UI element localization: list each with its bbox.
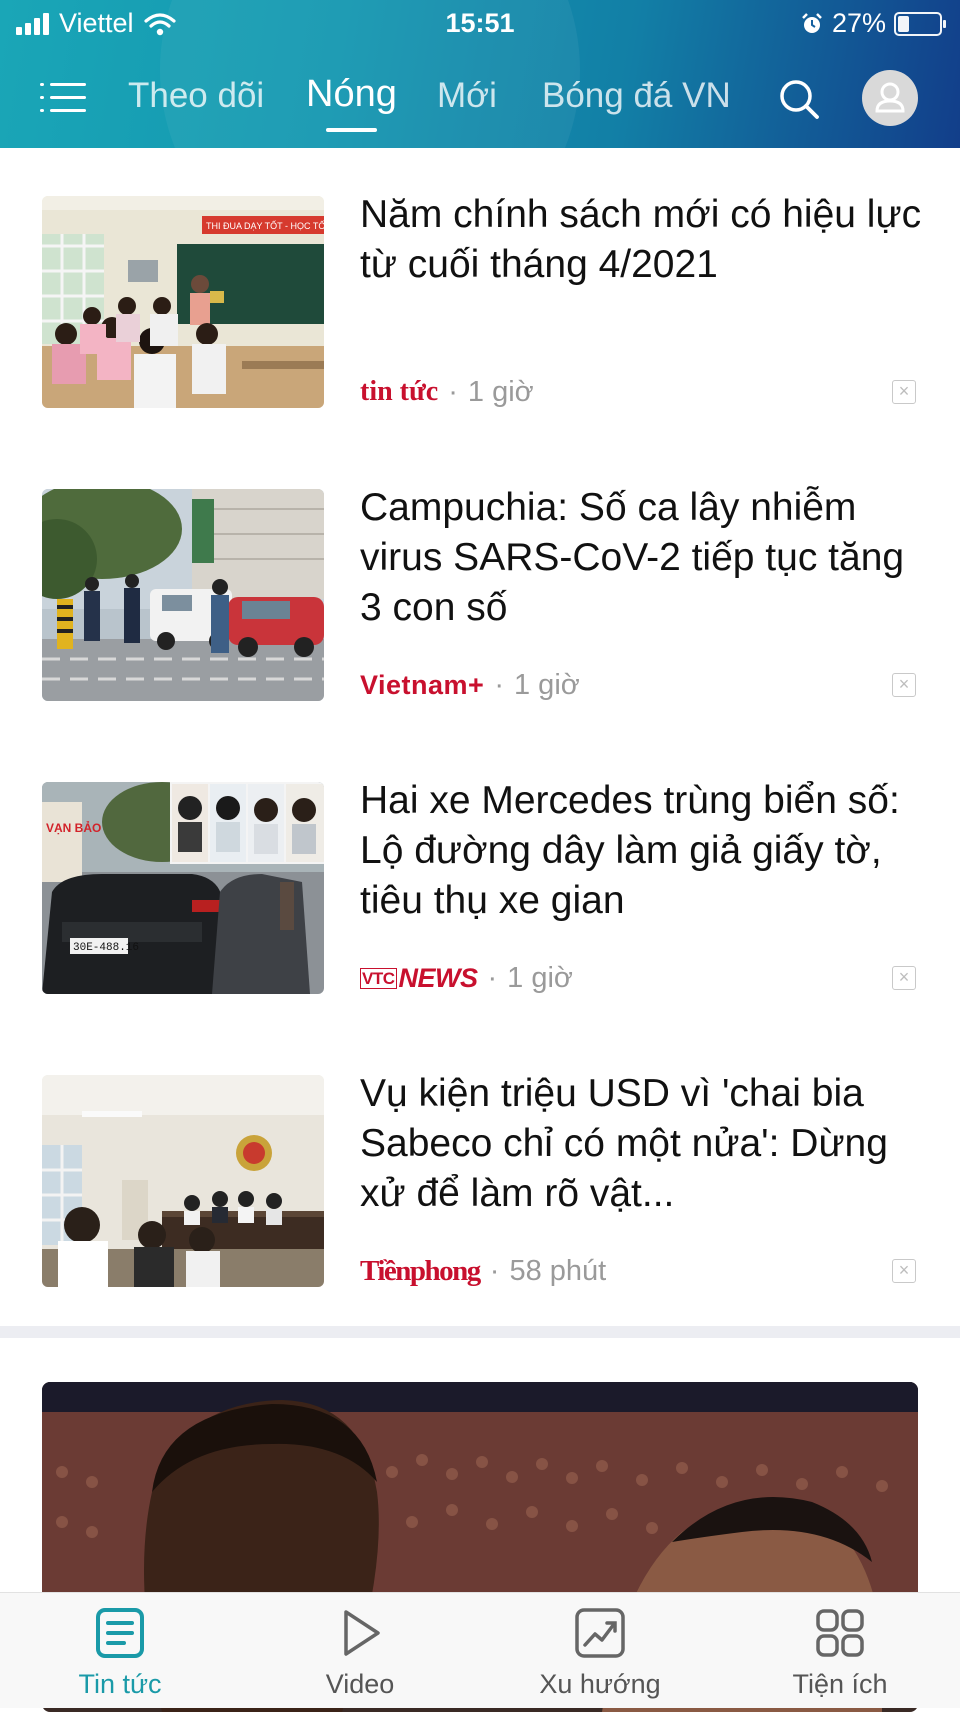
tab-label: Tiện ích: [792, 1669, 888, 1699]
meta-separator: ·: [489, 1254, 500, 1287]
article-thumbnail[interactable]: VẠN BẢO 30E-488.16: [42, 782, 324, 994]
article-thumbnail[interactable]: [42, 1075, 324, 1287]
article-thumbnail[interactable]: THI ĐUA DẠY TỐT - HỌC TỐT: [42, 196, 324, 408]
tab-moi[interactable]: Mới: [437, 76, 497, 116]
news-icon: [96, 1608, 144, 1658]
tab-label: Xu hướng: [539, 1669, 661, 1699]
section-divider: [0, 1326, 960, 1338]
source-logo[interactable]: Vietnam+: [360, 670, 484, 701]
tab-tien-ich[interactable]: Tiện ích: [720, 1593, 960, 1708]
tab-video[interactable]: Video: [240, 1593, 480, 1708]
app-header: Viettel 15:51 27% Theo dõi Nóng Mới Bóng…: [0, 0, 960, 148]
article-time: 1 giờ: [514, 668, 580, 701]
article-meta: VTC NEWS · 1 giờ: [360, 960, 573, 996]
bottom-tab-bar: Tin tức Video Xu hướng Tiện ích: [0, 1592, 960, 1708]
article-thumbnail[interactable]: [42, 489, 324, 701]
alarm-icon: [802, 12, 822, 33]
search-icon[interactable]: [778, 78, 820, 120]
tab-label: Video: [325, 1669, 395, 1699]
article-title[interactable]: Năm chính sách mới có hiệu lực từ cuối t…: [360, 190, 930, 290]
meta-separator: ·: [494, 668, 504, 701]
tab-nong[interactable]: Nóng: [306, 73, 397, 132]
source-logo[interactable]: VTC NEWS: [360, 963, 478, 994]
tab-theo-doi[interactable]: Theo dõi: [128, 76, 264, 116]
dismiss-icon[interactable]: ×: [892, 673, 916, 697]
plate-text: 30E-488.16: [73, 942, 139, 954]
status-right: 27%: [800, 8, 946, 39]
source-logo-prefix: VTC: [360, 968, 397, 990]
source-logo[interactable]: Tiềnphong: [360, 1255, 481, 1288]
courtroom-image: [42, 1075, 324, 1287]
meta-separator: ·: [448, 375, 458, 408]
battery-icon: [894, 11, 946, 36]
classroom-image: THI ĐUA DẠY TỐT - HỌC TỐT: [42, 196, 324, 408]
article-item[interactable]: THI ĐUA DẠY TỐT - HỌC TỐT Năm chính sách…: [0, 193, 960, 486]
article-time: 58 phút: [509, 1254, 607, 1287]
top-nav: Theo dõi Nóng Mới Bóng đá VN: [0, 60, 960, 140]
user-icon: [875, 82, 905, 113]
street-checkpoint-image: [42, 489, 324, 701]
article-meta: tin tức · 1 giờ: [360, 374, 534, 410]
mercedes-image: VẠN BẢO 30E-488.16: [42, 782, 324, 994]
classroom-banner-text: THI ĐUA DẠY TỐT - HỌC TỐT: [206, 220, 324, 231]
tab-tin-tuc[interactable]: Tin tức: [0, 1593, 240, 1708]
trending-icon: [575, 1608, 625, 1658]
grid-icon: [816, 1609, 864, 1657]
article-item[interactable]: Campuchia: Số ca lây nhiễm virus SARS-Co…: [0, 486, 960, 779]
dismiss-icon[interactable]: ×: [892, 380, 916, 404]
active-tab-indicator: [326, 128, 377, 132]
status-bar: Viettel 15:51 27%: [0, 0, 960, 48]
tab-nong-label: Nóng: [306, 73, 397, 115]
tab-label: Tin tức: [78, 1669, 162, 1699]
article-time: 1 giờ: [467, 375, 534, 408]
play-icon: [344, 1610, 380, 1656]
article-item[interactable]: Vụ kiện triệu USD vì 'chai bia Sabeco ch…: [0, 1072, 960, 1365]
menu-icon[interactable]: [40, 78, 86, 118]
tab-xu-huong[interactable]: Xu hướng: [480, 1593, 720, 1708]
source-logo[interactable]: tin tức: [360, 376, 438, 408]
meta-separator: ·: [487, 961, 498, 994]
dismiss-icon[interactable]: ×: [892, 966, 916, 990]
article-title[interactable]: Hai xe Mercedes trùng biển số: Lộ đường …: [360, 776, 930, 926]
article-meta: Tiềnphong · 58 phút: [360, 1253, 606, 1289]
avatar[interactable]: [862, 70, 918, 126]
article-item[interactable]: VẠN BẢO 30E-488.16 Hai xe Mercedes trùng…: [0, 779, 960, 1072]
article-title[interactable]: Campuchia: Số ca lây nhiễm virus SARS-Co…: [360, 483, 930, 633]
shop-sign-text: VẠN BẢO: [46, 820, 101, 835]
battery-percent: 27%: [831, 8, 886, 38]
tab-bong-da-vn[interactable]: Bóng đá VN: [542, 76, 731, 116]
dismiss-icon[interactable]: ×: [892, 1259, 916, 1283]
article-meta: Vietnam+ · 1 giờ: [360, 667, 580, 703]
article-title[interactable]: Vụ kiện triệu USD vì 'chai bia Sabeco ch…: [360, 1069, 930, 1219]
article-time: 1 giờ: [507, 961, 573, 994]
source-logo-name: NEWS: [398, 962, 479, 993]
